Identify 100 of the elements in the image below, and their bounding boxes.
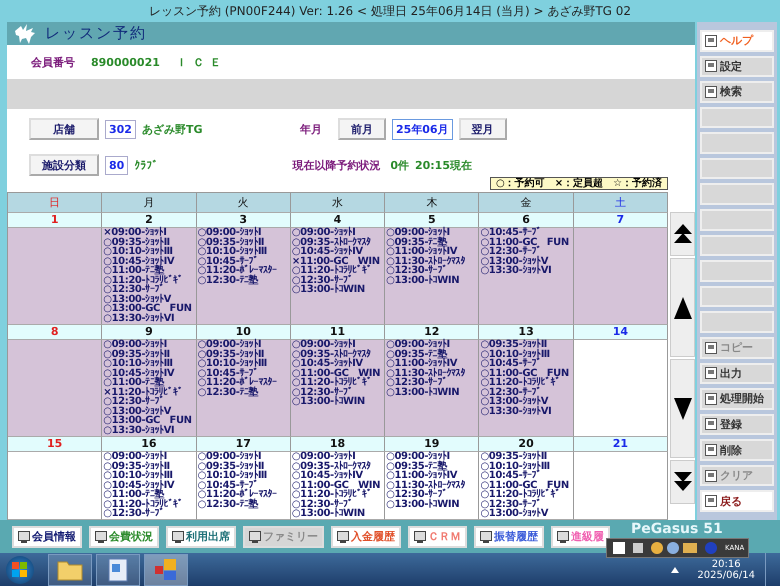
lesson-slot[interactable]: ○09:35-ｼｮｯﾄⅡ [480, 340, 573, 350]
lesson-slot[interactable]: ○12:30-ｻｰﾌﾞ [103, 509, 196, 518]
lesson-slot[interactable]: ○09:00-ｼｮｯﾄⅠ [103, 452, 196, 462]
lesson-slot[interactable]: ○10:10-ｼｮｯﾄⅢ [480, 350, 573, 359]
lesson-slot[interactable]: ○10:45-ｼｮｯﾄⅣ [103, 256, 196, 266]
lesson-slot[interactable]: ○09:35-ｼｮｯﾄⅡ [198, 350, 290, 359]
blank-button[interactable] [700, 132, 774, 154]
store-code-field[interactable]: 302 [105, 120, 136, 138]
lesson-slot[interactable]: ○09:00-ｼｮｯﾄⅠ [198, 452, 290, 462]
lesson-slot[interactable]: ○12:30-ｻｰﾌﾞ [480, 500, 573, 509]
next-month-button[interactable]: 翌月 [458, 118, 507, 140]
lesson-slot[interactable]: ○13:00-GC FUN [103, 416, 196, 426]
lesson-slot[interactable]: ○10:45-ｻｰﾌﾞ [198, 480, 290, 490]
day-cell[interactable]: ○09:00-ｼｮｯﾄⅠ ○09:35-ｼｮｯﾄⅡ ○10:10-ｼｮｯﾄⅢ ○10:45-ｻｰﾌﾞ ○11:20-ﾎﾞﾚｰﾏｽﾀｰ ○12:30-ﾃﾆ塾 [196, 452, 291, 520]
lesson-slot[interactable]: ○12:30-ｻｰﾌﾞ [386, 490, 478, 500]
lesson-slot[interactable]: ○09:35-ｼｮｯﾄⅡ [480, 452, 573, 462]
lesson-slot[interactable]: ○11:00-GC FUN [480, 368, 573, 378]
side-button[interactable]: 出力 [700, 362, 774, 384]
lesson-slot[interactable]: ○10:45-ｻｰﾌﾞ [480, 359, 573, 368]
lesson-slot[interactable]: ○12:30-ﾃﾆ塾 [198, 276, 290, 285]
lesson-slot[interactable]: ○13:00-ﾄｺWIN [292, 285, 384, 294]
lesson-slot[interactable]: ○10:45-ｻｰﾌﾞ [480, 228, 573, 238]
scroll-bottom-button[interactable] [670, 460, 695, 504]
lesson-slot[interactable]: ○11:00-ｼｮｯﾄⅣ [386, 471, 478, 480]
side-button[interactable]: 戻る [700, 490, 774, 512]
lesson-slot[interactable]: ○09:00-ｼｮｯﾄⅠ [386, 452, 478, 462]
side-button[interactable]: 検索 [700, 81, 774, 103]
lesson-slot[interactable]: ○12:30-ｻｰﾌﾞ [480, 388, 573, 397]
lesson-slot[interactable]: ○09:00-ｼｮｯﾄⅠ [103, 340, 196, 350]
lesson-slot[interactable]: ○11:20-ﾄｺﾗﾘﾋﾞｷﾞ [292, 490, 384, 500]
function-button[interactable]: 会費状況 [89, 526, 159, 548]
lesson-slot[interactable]: ○09:00-ｼｮｯﾄⅠ [292, 452, 384, 462]
blank-button[interactable] [700, 234, 774, 256]
lesson-slot[interactable]: ○13:00-ｼｮｯﾄⅤ [103, 294, 196, 304]
scroll-top-button[interactable] [670, 212, 695, 256]
lesson-slot[interactable]: ○09:00-ｼｮｯﾄⅠ [292, 228, 384, 238]
day-cell[interactable]: ○09:00-ｼｮｯﾄⅠ ○09:35-ｼｮｯﾄⅡ ○10:10-ｼｮｯﾄⅢ ○10:45-ｼｮｯﾄⅣ ○11:00-ﾃﾆ塾 ○11:20-ﾄｺﾗﾘﾋﾞｷﾞ ○12:30-ｻｰﾌﾞ [102, 452, 197, 520]
lesson-slot[interactable]: ○13:30-ｼｮｯﾄⅥ [103, 314, 196, 323]
lesson-slot[interactable]: ○10:45-ｼｮｯﾄⅣ [292, 359, 384, 368]
lesson-slot[interactable]: ○11:20-ﾄｺﾗﾘﾋﾞｷﾞ [103, 276, 196, 285]
lesson-slot[interactable]: ○10:45-ｻｰﾌﾞ [198, 368, 290, 378]
lesson-slot[interactable]: ○09:35-ｼｮｯﾄⅡ [198, 238, 290, 247]
lesson-slot[interactable]: ○09:35-ﾃﾆ塾 [386, 238, 478, 247]
store-button[interactable]: 店舗 [29, 118, 99, 140]
day-cell[interactable]: ○09:00-ｼｮｯﾄⅠ ○09:35-ｽﾄﾛｰｸﾏｽﾀ ○10:45-ｼｮｯﾄⅣ ×11:00-GC WIN ○11:20-ﾄｺﾗﾘﾋﾞｷﾞ ○12:30-ｻｰﾌﾞ ○13:00-ﾄｺWIN [290, 228, 386, 325]
day-cell[interactable] [8, 452, 102, 520]
lesson-slot[interactable]: ○12:30-ｻｰﾌﾞ [386, 266, 478, 276]
function-button[interactable]: 入金履歴 [331, 526, 401, 548]
day-cell[interactable] [574, 228, 668, 325]
lesson-slot[interactable]: ○09:35-ｼｮｯﾄⅡ [103, 350, 196, 359]
day-cell[interactable]: ○09:00-ｼｮｯﾄⅠ ○09:35-ﾃﾆ塾 ○11:00-ｼｮｯﾄⅣ ○11:30-ｽﾄﾛｰｸﾏｽﾀ ○12:30-ｻｰﾌﾞ ○13:00-ﾄｺWIN [385, 452, 480, 520]
lesson-slot[interactable]: ○11:20-ﾄｺﾗﾘﾋﾞｷﾞ [480, 378, 573, 388]
lesson-slot[interactable]: ○13:30-ｼｮｯﾄⅥ [480, 266, 573, 276]
day-cell[interactable]: ○09:35-ｼｮｯﾄⅡ ○10:10-ｼｮｯﾄⅢ ○10:45-ｻｰﾌﾞ ○11:00-GC FUN ○11:20-ﾄｺﾗﾘﾋﾞｷﾞ ○12:30-ｻｰﾌﾞ ○13:00-ｼｮｯﾄⅤ ○13:30-ｼｮｯﾄⅥ [479, 340, 574, 437]
lesson-slot[interactable]: ○11:20-ﾎﾞﾚｰﾏｽﾀｰ [198, 378, 290, 388]
lesson-slot[interactable]: ○11:20-ﾄｺﾗﾘﾋﾞｷﾞ [103, 500, 196, 509]
lesson-slot[interactable]: ○13:00-ﾄｺWIN [292, 509, 384, 518]
facility-type-button[interactable]: 施設分類 [29, 154, 99, 176]
side-button[interactable]: 処理開始 [700, 388, 774, 410]
lesson-slot[interactable]: ○09:35-ｼｮｯﾄⅡ [103, 462, 196, 471]
lesson-slot[interactable]: ○13:30-ｼｮｯﾄⅥ [103, 426, 196, 435]
lesson-slot[interactable]: ○09:35-ｽﾄﾛｰｸﾏｽﾀ [292, 350, 384, 359]
lesson-slot[interactable]: ○09:35-ｽﾄﾛｰｸﾏｽﾀ [292, 462, 384, 471]
function-button[interactable]: 利用出席 [166, 526, 236, 548]
lesson-slot[interactable]: ○12:30-ﾃﾆ塾 [198, 500, 290, 509]
lesson-slot[interactable]: ○11:20-ﾎﾞﾚｰﾏｽﾀｰ [198, 490, 290, 500]
lesson-slot[interactable]: ○11:00-GC FUN [480, 480, 573, 490]
side-button[interactable]: 登録 [700, 414, 774, 436]
day-cell[interactable]: ○09:00-ｼｮｯﾄⅠ ○09:35-ｼｮｯﾄⅡ ○10:10-ｼｮｯﾄⅢ ○10:45-ｻｰﾌﾞ ○11:20-ﾎﾞﾚｰﾏｽﾀｰ ○12:30-ﾃﾆ塾 [196, 340, 291, 437]
lesson-slot[interactable]: ○13:00-ｼｮｯﾄⅤ [480, 509, 573, 518]
day-cell[interactable]: ○10:45-ｻｰﾌﾞ ○11:00-GC FUN ○12:30-ｻｰﾌﾞ ○13:00-ｼｮｯﾄⅤ ○13:30-ｼｮｯﾄⅥ [479, 228, 574, 325]
day-cell[interactable] [574, 340, 668, 437]
lesson-slot[interactable]: ○09:00-ｼｮｯﾄⅠ [386, 340, 478, 350]
tray-arrow-icon[interactable] [671, 566, 680, 572]
blank-button[interactable] [700, 209, 774, 231]
lesson-slot[interactable]: ○11:00-ﾃﾆ塾 [103, 490, 196, 500]
day-cell[interactable] [8, 340, 102, 437]
lesson-slot[interactable]: ○11:00-ｼｮｯﾄⅣ [386, 247, 478, 256]
lesson-slot[interactable]: ○12:30-ｻｰﾌﾞ [292, 276, 384, 285]
lesson-slot[interactable]: ○12:30-ｻｰﾌﾞ [480, 247, 573, 256]
lesson-slot[interactable]: ○13:00-GC FUN [103, 304, 196, 314]
lesson-slot[interactable]: ○12:30-ｻｰﾌﾞ [292, 500, 384, 509]
lesson-slot[interactable]: ○09:00-ｼｮｯﾄⅠ [292, 340, 384, 350]
lesson-slot[interactable]: ○11:00-GC FUN [480, 238, 573, 247]
side-button[interactable]: 削除 [700, 439, 774, 461]
scroll-up-button[interactable] [670, 258, 695, 357]
lesson-slot[interactable]: ○12:30-ｻｰﾌﾞ [386, 378, 478, 388]
lesson-slot[interactable]: ○12:30-ﾃﾆ塾 [198, 388, 290, 397]
scroll-down-button[interactable] [670, 359, 695, 458]
day-cell[interactable] [574, 452, 668, 520]
lesson-slot[interactable]: ○12:30-ｻｰﾌﾞ [103, 285, 196, 294]
lesson-slot[interactable]: ○13:00-ｼｮｯﾄⅤ [103, 406, 196, 416]
day-cell[interactable]: ○09:35-ｼｮｯﾄⅡ ○10:10-ｼｮｯﾄⅢ ○10:45-ｻｰﾌﾞ ○11:00-GC FUN ○11:20-ﾄｺﾗﾘﾋﾞｷﾞ ○12:30-ｻｰﾌﾞ ○13:00-ｼｮｯﾄⅤ [479, 452, 574, 520]
lesson-slot[interactable]: ○10:45-ｼｮｯﾄⅣ [292, 471, 384, 480]
lesson-slot[interactable]: ○13:00-ｼｮｯﾄⅤ [480, 397, 573, 406]
lesson-slot[interactable]: ○09:00-ｼｮｯﾄⅠ [198, 340, 290, 350]
lesson-slot[interactable]: ○13:00-ﾄｺWIN [386, 388, 478, 397]
lesson-slot[interactable]: ○10:45-ｻｰﾌﾞ [198, 256, 290, 266]
function-button[interactable]: 会員情報 [12, 526, 82, 548]
lesson-slot[interactable]: ○11:00-ﾃﾆ塾 [103, 378, 196, 388]
